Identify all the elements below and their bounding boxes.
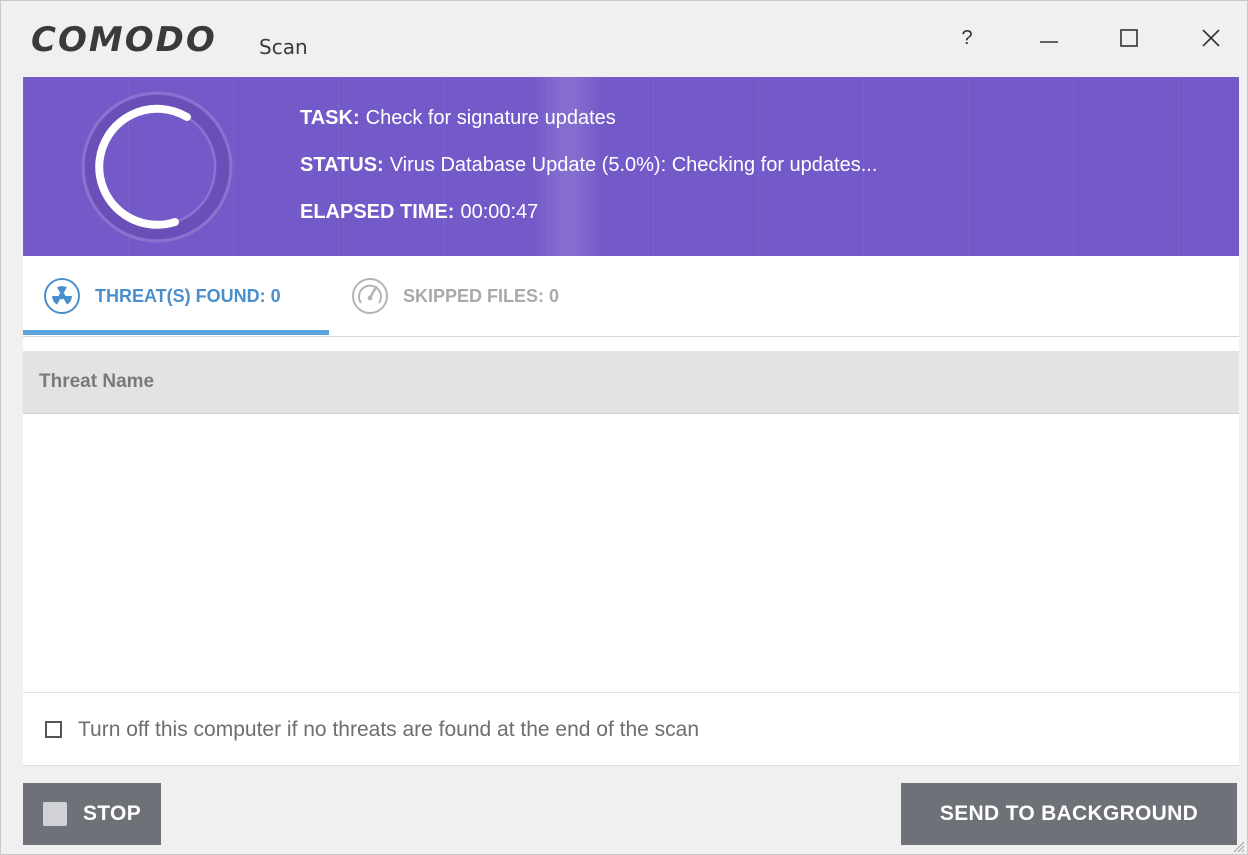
send-to-background-label: SEND TO BACKGROUND <box>939 802 1199 825</box>
results-panel: THREAT(S) FOUND: 0 SKIPPED FILES: 0 Thre… <box>23 256 1239 766</box>
tab-skipped-label: SKIPPED FILES: 0 <box>403 285 560 306</box>
tab-threats-label: THREAT(S) FOUND: 0 <box>95 285 281 306</box>
scan-status-banner: TASK: Check for signature updates STATUS:… <box>23 77 1239 256</box>
status-value: Virus Database Update (5.0%): Checking f… <box>389 154 878 176</box>
radiation-icon <box>44 278 80 314</box>
title-bar[interactable]: COMODO Scan ? <box>1 1 1247 77</box>
stop-button[interactable]: STOP <box>23 783 161 845</box>
threat-list <box>23 414 1239 692</box>
results-tabs: THREAT(S) FOUND: 0 SKIPPED FILES: 0 <box>23 256 1239 337</box>
task-key: TASK: <box>300 107 360 129</box>
resize-grip-icon[interactable] <box>1231 839 1245 853</box>
active-tab-indicator <box>23 330 329 335</box>
tab-skipped-files[interactable]: SKIPPED FILES: 0 <box>349 256 559 336</box>
stop-icon <box>43 802 67 826</box>
table-header: Threat Name <box>23 351 1239 414</box>
elapsed-line: ELAPSED TIME: 00:00:47 <box>300 199 877 246</box>
stop-label: STOP <box>83 802 141 825</box>
scan-status-text: TASK: Check for signature updates STATUS:… <box>300 105 877 246</box>
status-line: STATUS: Virus Database Update (5.0%): Che… <box>300 152 877 199</box>
elapsed-key: ELAPSED TIME: <box>300 201 455 223</box>
maximize-button[interactable] <box>1099 15 1159 61</box>
comodo-logo: COMODO <box>31 20 217 60</box>
close-icon <box>1202 29 1220 47</box>
elapsed-value: 00:00:47 <box>460 201 539 223</box>
task-value: Check for signature updates <box>365 107 616 129</box>
status-key: STATUS: <box>300 154 384 176</box>
maximize-icon <box>1120 29 1138 47</box>
shutdown-option: Turn off this computer if no threats are… <box>23 692 1239 766</box>
close-button[interactable] <box>1181 15 1241 61</box>
help-button[interactable]: ? <box>937 15 997 61</box>
tab-threats-found[interactable]: THREAT(S) FOUND: 0 <box>43 256 349 336</box>
spinner-ring-icon <box>81 91 233 243</box>
shutdown-label[interactable]: Turn off this computer if no threats are… <box>78 718 699 742</box>
shutdown-checkbox[interactable] <box>45 721 62 738</box>
skip-dial-icon <box>352 278 388 314</box>
minimize-icon <box>1040 41 1058 43</box>
send-to-background-button[interactable]: SEND TO BACKGROUND <box>901 783 1237 845</box>
column-header-threat-name[interactable]: Threat Name <box>39 371 154 393</box>
task-line: TASK: Check for signature updates <box>300 105 877 152</box>
window-title: Scan <box>259 35 308 59</box>
comodo-scan-window: COMODO Scan ? TASK: Check for signature … <box>0 0 1248 855</box>
help-icon: ? <box>961 26 973 49</box>
minimize-button[interactable] <box>1019 15 1079 61</box>
